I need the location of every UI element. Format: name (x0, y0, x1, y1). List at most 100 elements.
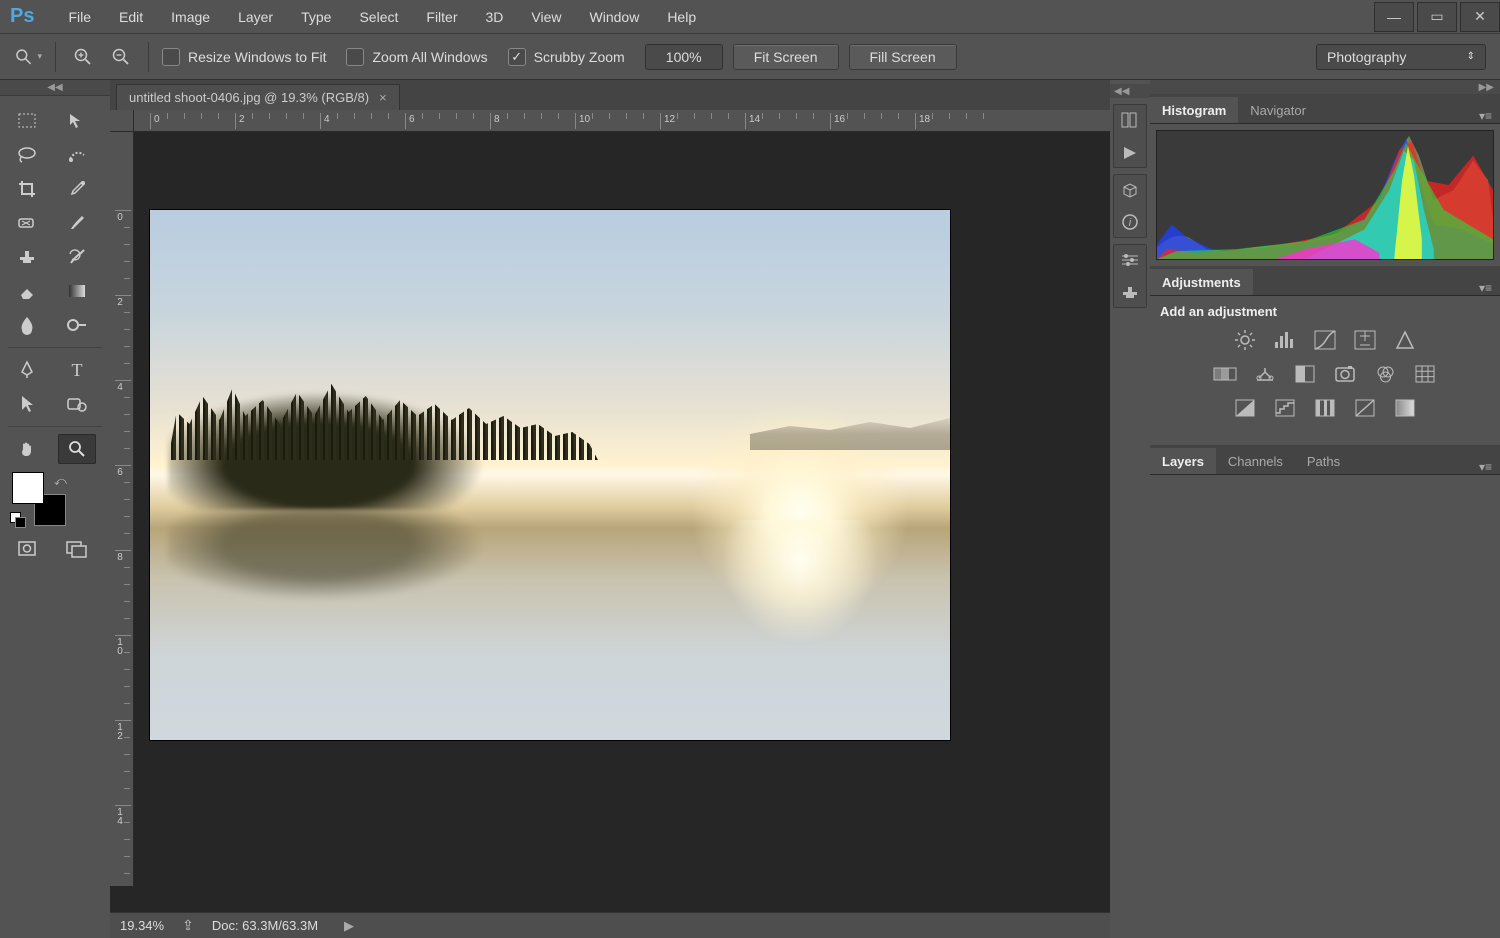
histogram-tab[interactable]: Histogram (1150, 97, 1238, 123)
invert-icon[interactable] (1232, 397, 1258, 419)
fill-screen-button[interactable]: Fill Screen (849, 44, 957, 70)
menu-type[interactable]: Type (287, 0, 345, 34)
exposure-icon[interactable] (1352, 329, 1378, 351)
workspace-selector[interactable]: Photography⇕ (1316, 44, 1486, 70)
lasso-tool[interactable] (8, 140, 46, 170)
menu-window[interactable]: Window (576, 0, 654, 34)
vertical-ruler[interactable]: 02468101214 (110, 132, 134, 886)
fit-screen-button[interactable]: Fit Screen (733, 44, 839, 70)
layers-tab[interactable]: Layers (1150, 448, 1216, 474)
history-brush-tool[interactable] (58, 242, 96, 272)
marquee-tool[interactable] (8, 106, 46, 136)
blur-tool[interactable] (8, 310, 46, 340)
horizontal-ruler[interactable]: 024681012141618 (134, 110, 1110, 132)
paths-tab[interactable]: Paths (1295, 448, 1352, 474)
move-tool[interactable] (58, 106, 96, 136)
menu-bar: Ps File Edit Image Layer Type Select Fil… (0, 0, 1500, 34)
eraser-tool[interactable] (8, 276, 46, 306)
screenmode-tool[interactable] (58, 534, 96, 564)
dodge-tool[interactable] (58, 310, 96, 340)
status-menu-icon[interactable]: ▶ (344, 918, 354, 934)
crop-tool[interactable] (8, 174, 46, 204)
menu-view[interactable]: View (517, 0, 575, 34)
color-balance-icon[interactable] (1252, 363, 1278, 385)
clone-stamp-tool[interactable] (8, 242, 46, 272)
close-tab-icon[interactable]: × (379, 90, 387, 105)
hue-sat-icon[interactable] (1212, 363, 1238, 385)
dock-info-icon[interactable]: i (1117, 211, 1143, 233)
channels-tab[interactable]: Channels (1216, 448, 1295, 474)
adjustments-tab[interactable]: Adjustments (1150, 269, 1253, 295)
window-minimize-button[interactable]: — (1374, 2, 1414, 32)
resize-windows-checkbox[interactable]: Resize Windows to Fit (162, 48, 326, 66)
dock-3d-icon[interactable] (1117, 179, 1143, 201)
swap-colors-icon[interactable]: ⤺ (54, 474, 67, 489)
scrubby-zoom-checkbox[interactable]: ✓Scrubby Zoom (508, 48, 625, 66)
menu-edit[interactable]: Edit (105, 0, 157, 34)
dock-actions-icon[interactable] (1117, 141, 1143, 163)
workspace-label: Photography (1327, 49, 1406, 65)
black-white-icon[interactable] (1292, 363, 1318, 385)
panels-collapse-button[interactable]: ▶▶ (1150, 80, 1500, 94)
default-colors-icon[interactable] (10, 512, 24, 526)
dock-clone-source-icon[interactable] (1117, 281, 1143, 303)
color-swatches[interactable]: ⤺ (8, 470, 102, 534)
window-maximize-button[interactable]: ▭ (1417, 2, 1457, 32)
navigator-tab[interactable]: Navigator (1238, 97, 1318, 123)
zoom-out-button[interactable] (107, 44, 135, 70)
window-close-button[interactable]: ✕ (1460, 2, 1500, 32)
dock-history-icon[interactable] (1117, 109, 1143, 131)
tools-collapse-button[interactable]: ◀◀ (0, 80, 110, 96)
levels-icon[interactable] (1272, 329, 1298, 351)
threshold-icon[interactable] (1312, 397, 1338, 419)
menu-3d[interactable]: 3D (472, 0, 518, 34)
menu-select[interactable]: Select (345, 0, 412, 34)
color-lookup-icon[interactable] (1412, 363, 1438, 385)
type-tool[interactable]: T (58, 355, 96, 385)
document-tab-strip: untitled shoot-0406.jpg @ 19.3% (RGB/8) … (110, 80, 1110, 110)
brightness-contrast-icon[interactable] (1232, 329, 1258, 351)
dock-properties-icon[interactable] (1117, 249, 1143, 271)
layers-panel-menu-icon[interactable]: ▾≡ (1471, 460, 1500, 474)
gradient-map-icon[interactable] (1352, 397, 1378, 419)
brush-tool[interactable] (58, 208, 96, 238)
quickmask-tool[interactable] (8, 534, 46, 564)
dock-collapse-button[interactable]: ◀◀ (1110, 84, 1150, 98)
gradient-tool[interactable] (58, 276, 96, 306)
menu-image[interactable]: Image (157, 0, 224, 34)
quick-select-tool[interactable] (58, 140, 96, 170)
curves-icon[interactable] (1312, 329, 1338, 351)
menu-file[interactable]: File (54, 0, 105, 34)
selective-color-icon[interactable] (1392, 397, 1418, 419)
layers-panel[interactable] (1150, 475, 1500, 938)
foreground-color-swatch[interactable] (12, 472, 44, 504)
canvas[interactable] (150, 210, 950, 740)
vibrance-icon[interactable] (1392, 329, 1418, 351)
share-icon[interactable]: ⇪ (182, 917, 194, 934)
menu-filter[interactable]: Filter (412, 0, 471, 34)
zoom-percentage-button[interactable]: 100% (645, 44, 723, 70)
menu-layer[interactable]: Layer (224, 0, 287, 34)
hand-tool[interactable] (8, 434, 46, 464)
zoom-all-label: Zoom All Windows (372, 49, 487, 65)
status-zoom[interactable]: 19.34% (120, 918, 164, 933)
zoom-tool[interactable] (58, 434, 96, 464)
photo-filter-icon[interactable] (1332, 363, 1358, 385)
shape-tool[interactable] (58, 389, 96, 419)
document-tab[interactable]: untitled shoot-0406.jpg @ 19.3% (RGB/8) … (116, 84, 400, 110)
adjustments-panel-menu-icon[interactable]: ▾≡ (1471, 281, 1500, 295)
adjustments-tab-strip: Adjustments ▾≡ (1150, 266, 1500, 296)
zoom-in-button[interactable] (69, 44, 97, 70)
spot-heal-tool[interactable] (8, 208, 46, 238)
status-doc-size[interactable]: Doc: 63.3M/63.3M (212, 918, 318, 933)
eyedropper-tool[interactable] (58, 174, 96, 204)
channel-mixer-icon[interactable] (1372, 363, 1398, 385)
tool-preset-picker[interactable]: ▾ (14, 44, 42, 70)
posterize-icon[interactable] (1272, 397, 1298, 419)
histogram-panel-menu-icon[interactable]: ▾≡ (1471, 109, 1500, 123)
path-select-tool[interactable] (8, 389, 46, 419)
tools-panel: ◀◀ T (0, 80, 110, 938)
menu-help[interactable]: Help (653, 0, 710, 34)
pen-tool[interactable] (8, 355, 46, 385)
zoom-all-checkbox[interactable]: Zoom All Windows (346, 48, 487, 66)
